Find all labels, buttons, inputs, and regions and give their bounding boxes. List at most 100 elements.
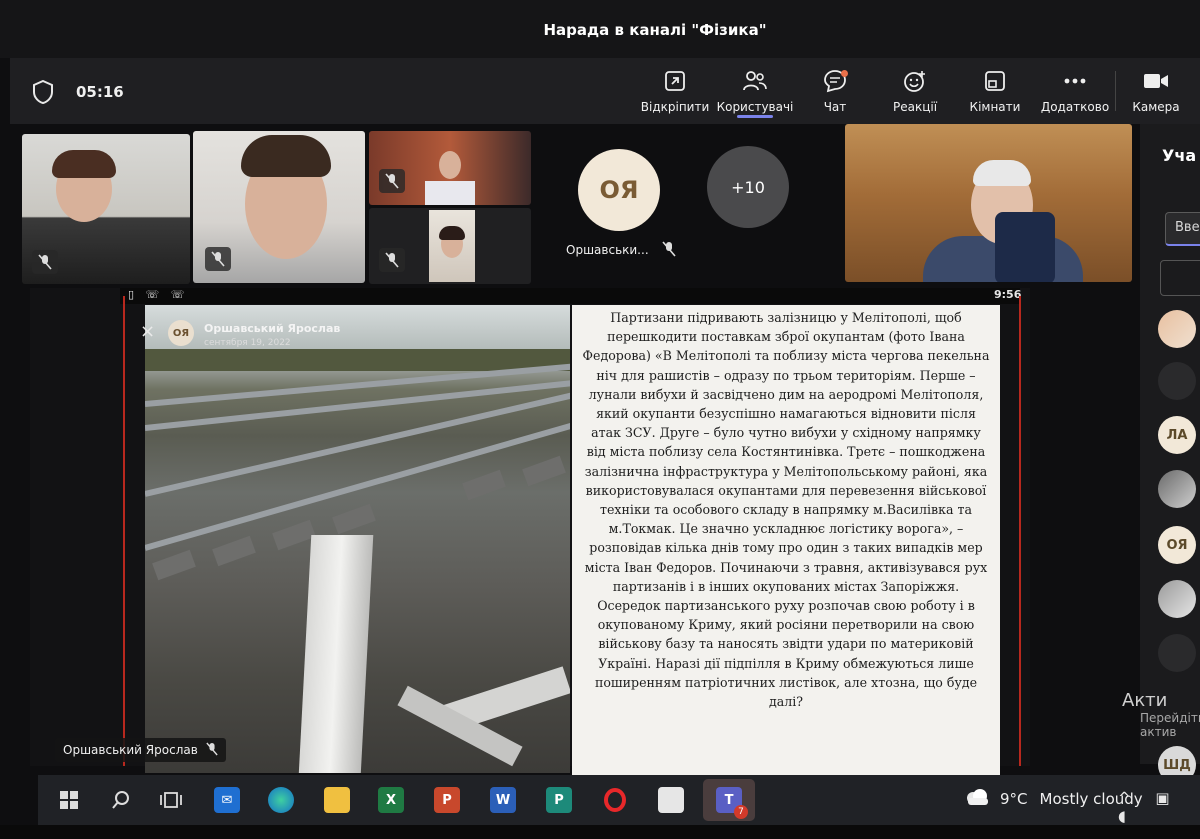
participant-hair [973,160,1031,186]
powerpoint-icon[interactable]: P [434,787,460,813]
avatar[interactable] [1158,310,1196,348]
avatar: ОЯ [168,320,194,346]
participant-name: Оршавськи... [566,243,649,257]
participants-filter-box[interactable] [1160,260,1200,296]
participant-video-2[interactable] [193,131,365,283]
reactions-button[interactable]: Реакції [875,58,955,124]
rooms-label: Кімнати [969,100,1021,114]
popout-button[interactable]: Відкріпити [635,58,715,124]
avatar[interactable] [1158,362,1196,400]
more-icon [1062,68,1088,94]
people-button[interactable]: Користувачі [715,58,795,124]
shield-icon [33,80,53,104]
toolbar-actions: Відкріпити Користувачі Чат Реакції Кімна… [635,58,1196,124]
participant-video-6[interactable] [845,124,1132,282]
title-bar: Нарада в каналі "Фізика" [0,0,1200,58]
popout-label: Відкріпити [640,100,710,114]
sleeper [212,535,256,567]
search-icon[interactable] [108,787,134,813]
mail-icon[interactable]: ✉ [214,787,240,813]
participant-video-4[interactable] [369,208,531,284]
excel-icon[interactable]: X [378,787,404,813]
share-border-right [1019,296,1021,766]
close-icon[interactable]: × [140,323,156,341]
participants-panel-title: Уча [1162,146,1197,165]
windows-activation-watermark: Акти Перейдіть актив [1122,690,1200,739]
weather-widget[interactable]: 9°C Mostly cloudy [964,788,1143,810]
share-border-left [123,296,125,766]
windows-taskbar: ✉ X P W P T 7 9°C Mostly cloudy ^ ▣ ◖ [38,775,1200,825]
presenter-name-tag: Оршавський Ярослав [55,738,226,762]
phone-clock: 9:56 [994,288,1022,301]
activation-line: Перейдіть [1140,711,1200,725]
reactions-label: Реакції [892,100,938,114]
activation-line: актив [1140,725,1177,739]
camera-button[interactable]: Камера [1116,58,1196,124]
participant-face [439,151,461,179]
participant-frame [429,210,475,282]
more-actions-button[interactable]: Додатково [1035,58,1115,124]
phone-status-bar [120,288,1020,304]
mic-muted-icon [379,169,405,193]
camera-label: Камера [1132,100,1180,114]
sleeper [272,519,316,551]
explorer-icon[interactable] [324,787,350,813]
task-view-icon[interactable] [158,787,184,813]
sleeper [152,549,196,581]
edge-icon[interactable] [268,787,294,813]
popout-icon [662,68,688,94]
chat-label: Чат [823,100,847,114]
post-header: × ОЯ Оршавський Ярослав сентября 19, 202… [140,320,460,360]
cloud-icon [964,788,990,810]
participant-shirt [425,181,475,205]
activation-title: Акти [1122,690,1168,711]
chat-button[interactable]: Чат [795,58,875,124]
weather-temperature: 9°C [1000,790,1028,808]
more-participants-button[interactable]: +10 [707,146,789,228]
avatar: ОЯ [578,149,660,231]
mic-muted-icon [32,250,58,274]
mic-muted-icon [206,742,218,759]
avatar[interactable] [1158,580,1196,618]
phone-status-icons: ▯ ☏ ☏ [128,288,189,301]
sleeper [462,469,506,501]
meeting-timer: 05:16 [76,83,124,101]
rooms-icon [982,68,1008,94]
system-tray[interactable]: ^ ▣ ◖ [1118,789,1200,825]
broken-concrete-post [298,535,374,773]
mic-muted-icon [662,241,676,261]
post-date: сентября 19, 2022 [204,338,291,348]
participant-video-1[interactable] [22,134,190,284]
participant-hair [241,135,331,177]
avatar[interactable]: ЛА [1158,416,1196,454]
article-text: Партизани підривають залізницю у Мелітоп… [582,310,990,710]
store-icon[interactable] [658,787,684,813]
avatar[interactable]: ОЯ [1158,526,1196,564]
railway-photo [145,305,570,773]
opera-icon[interactable] [602,787,628,813]
publisher-icon[interactable]: P [546,787,572,813]
window-title: Нарада в каналі "Фізика" [543,21,767,39]
avatar[interactable] [1158,634,1196,672]
screen-bezel [0,825,1200,839]
windows-icon[interactable] [56,787,82,813]
more-actions-label: Додатково [1040,100,1110,114]
participant-hair [52,150,116,178]
presenter-name: Оршавський Ярослав [63,743,198,757]
participant-video-3[interactable] [369,131,531,205]
teams-badge: 7 [734,805,748,819]
rooms-button[interactable]: Кімнати [955,58,1035,124]
people-icon [742,68,768,94]
camera-icon [1143,68,1169,94]
word-icon[interactable]: W [490,787,516,813]
post-author: Оршавський Ярослав [204,322,341,335]
rail [145,418,570,551]
participants-search-input[interactable]: Вве [1165,212,1200,246]
avatar[interactable] [1158,470,1196,508]
reactions-icon [902,68,928,94]
phone-in-hand [995,212,1055,282]
people-label: Користувачі [716,100,794,114]
participant-avatar-tile[interactable]: ОЯ Оршавськи... [540,131,700,283]
sleeper [332,503,376,535]
sleeper [522,455,566,487]
